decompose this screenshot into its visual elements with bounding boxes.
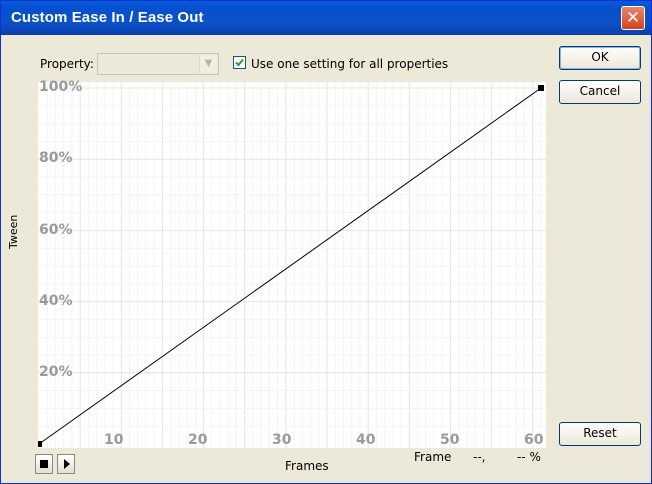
- ease-dialog: Custom Ease In / Ease Out ✕ Property: ▼ …: [0, 0, 652, 484]
- stop-button[interactable]: [35, 454, 53, 474]
- x-tick-label: 60: [524, 432, 544, 448]
- frame-value: --,: [473, 450, 486, 464]
- x-tick-label: 50: [440, 432, 460, 448]
- x-tick-label: 40: [356, 432, 376, 448]
- property-select[interactable]: ▼: [97, 53, 219, 75]
- stop-icon: [40, 460, 48, 468]
- y-tick-label: 40%: [39, 293, 73, 309]
- property-label: Property:: [40, 57, 94, 71]
- reset-button[interactable]: Reset: [559, 422, 641, 446]
- use-one-setting-checkbox[interactable]: [233, 56, 246, 69]
- play-icon: [64, 459, 70, 469]
- x-tick-label: 20: [188, 432, 208, 448]
- curve-control-point[interactable]: [538, 85, 544, 91]
- x-axis-label: Frames: [285, 459, 329, 473]
- y-tick-label: 20%: [39, 364, 73, 380]
- window-title: Custom Ease In / Ease Out: [11, 9, 204, 26]
- curve-control-point[interactable]: [36, 441, 42, 447]
- ok-button[interactable]: OK: [559, 46, 641, 70]
- x-tick-label: 10: [104, 432, 124, 448]
- y-tick-label: 80%: [39, 150, 73, 166]
- frame-label: Frame: [414, 450, 452, 464]
- percent-value: -- %: [517, 450, 541, 464]
- use-one-setting-label: Use one setting for all properties: [251, 57, 449, 71]
- ease-graph[interactable]: [36, 82, 546, 448]
- y-axis-label: Tween: [7, 214, 20, 249]
- close-button[interactable]: ✕: [621, 6, 645, 30]
- y-tick-label: 60%: [39, 222, 73, 238]
- cancel-button[interactable]: Cancel: [559, 80, 641, 104]
- close-icon: ✕: [625, 8, 641, 28]
- x-tick-label: 30: [272, 432, 292, 448]
- checkmark-icon: [235, 58, 244, 67]
- y-tick-label: 100%: [39, 79, 83, 95]
- title-bar[interactable]: Custom Ease In / Ease Out ✕: [1, 1, 651, 35]
- ease-graph-svg[interactable]: [36, 82, 546, 448]
- play-button[interactable]: [57, 454, 75, 474]
- chevron-down-icon: ▼: [199, 55, 217, 73]
